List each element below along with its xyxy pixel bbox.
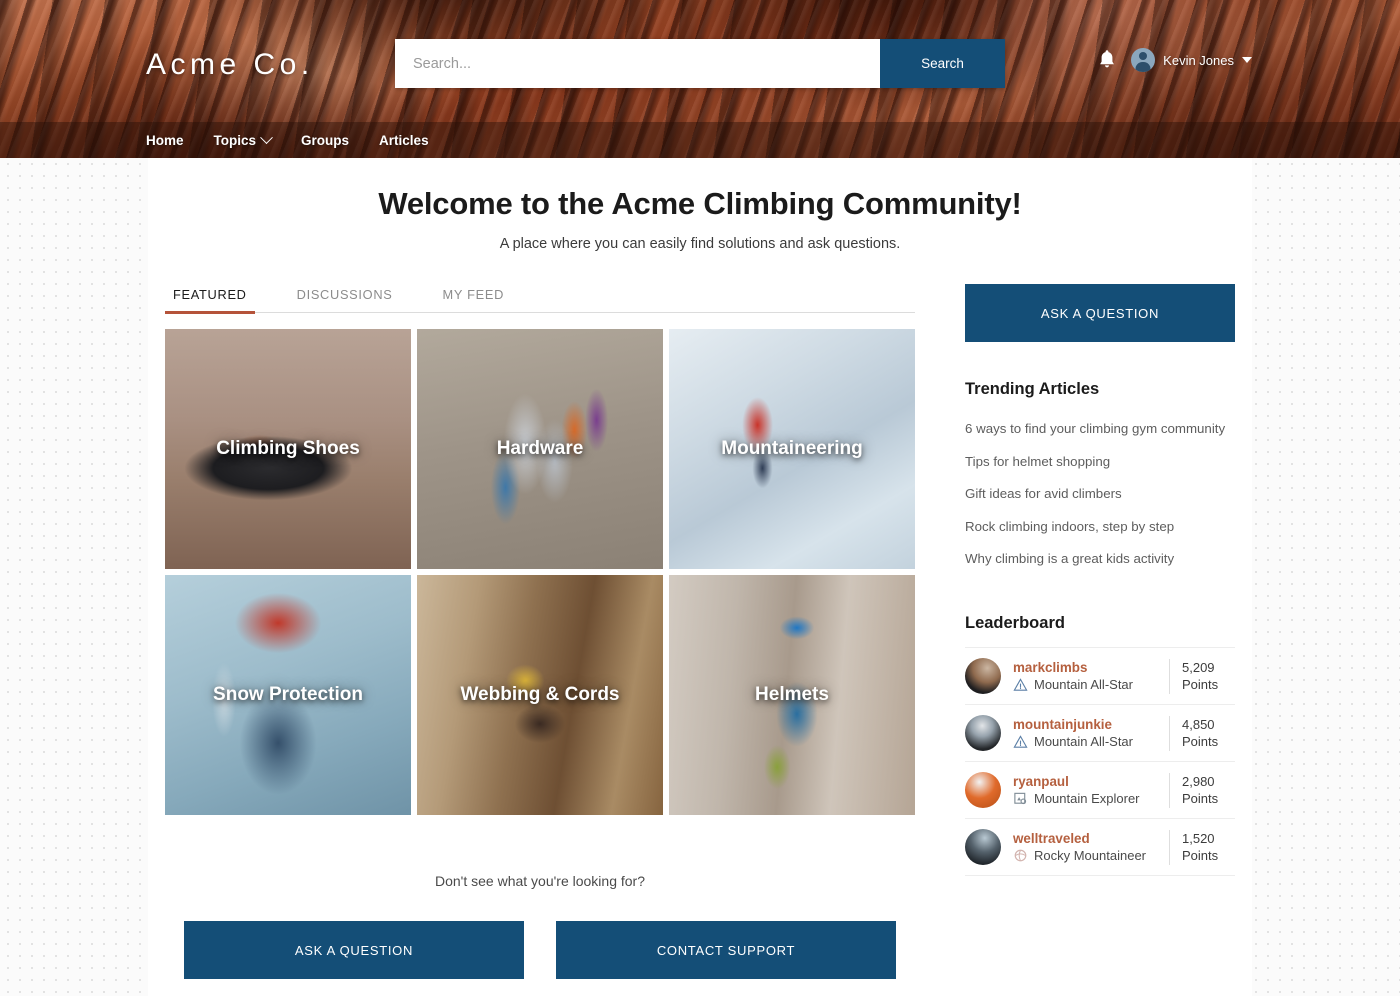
leaderboard-row[interactable]: mountainjunkie Mountain All-Star 4,850 P…	[965, 704, 1235, 761]
tile-snow-protection[interactable]: Snow Protection	[165, 575, 411, 815]
points-value: 4,850	[1182, 716, 1215, 732]
page-root: Acme Co. Search Kevin Jones Home Topics	[0, 0, 1400, 996]
nav-label-articles: Articles	[379, 132, 429, 148]
rocky-globe-badge-icon	[1014, 850, 1027, 862]
tile-label: Helmets	[755, 684, 829, 705]
nav-label-topics: Topics	[213, 132, 257, 148]
leaderboard-user-info: markclimbs Mountain All-Star	[1013, 660, 1169, 693]
tab-discussions[interactable]: DISCUSSIONS	[289, 287, 401, 314]
tile-label: Mountaineering	[721, 438, 863, 459]
header-actions: Kevin Jones	[1097, 48, 1252, 72]
points-label: Points	[1182, 734, 1219, 750]
leaderboard-username[interactable]: mountainjunkie	[1013, 717, 1169, 734]
cta-prompt-text: Don't see what you're looking for?	[434, 873, 646, 889]
trending-article-link[interactable]: 6 ways to find your climbing gym communi…	[965, 413, 1235, 446]
leaderboard-rank-label: Mountain Explorer	[1034, 791, 1140, 807]
trending-article-link[interactable]: Rock climbing indoors, step by step	[965, 511, 1235, 544]
contact-support-button[interactable]: CONTACT SUPPORT	[556, 921, 896, 979]
leaderboard-rank: Mountain All-Star	[1013, 677, 1169, 692]
leaderboard-points: 2,980 Points	[1169, 772, 1235, 808]
leaderboard-user-info: ryanpaul Mountain Explorer	[1013, 774, 1169, 807]
trending-article-link[interactable]: Why climbing is a great kids activity	[965, 543, 1235, 576]
user-menu[interactable]: Kevin Jones	[1131, 48, 1252, 72]
nav-item-groups[interactable]: Groups	[301, 133, 349, 148]
leaderboard-user-info: welltraveled Rocky Mountaineer	[1013, 831, 1169, 864]
leaderboard-row[interactable]: ryanpaul Mountain Explorer 2,980 Points	[965, 761, 1235, 818]
leaderboard-heading: Leaderboard	[965, 614, 1065, 633]
avatar	[965, 658, 1001, 695]
points-label: Points	[1182, 791, 1219, 807]
tile-climbing-shoes[interactable]: Climbing Shoes	[165, 329, 411, 569]
category-tile-grid: Climbing Shoes Hardware Mountaineering S…	[165, 329, 915, 815]
trending-article-link[interactable]: Tips for helmet shopping	[965, 446, 1235, 479]
tile-webbing-and-cords[interactable]: Webbing & Cords	[417, 575, 663, 815]
chevron-down-icon	[260, 130, 273, 144]
search-input[interactable]	[395, 39, 880, 88]
leaderboard-rank-label: Mountain All-Star	[1034, 734, 1133, 750]
leaderboard-rank: Mountain All-Star	[1013, 734, 1169, 749]
trending-article-link[interactable]: Gift ideas for avid climbers	[965, 478, 1235, 511]
leaderboard-points: 5,209 Points	[1169, 658, 1235, 694]
avatar	[965, 829, 1001, 866]
tile-helmets[interactable]: Helmets	[669, 575, 915, 815]
content-panel: Welcome to the Acme Climbing Community! …	[148, 158, 1252, 996]
leaderboard-row[interactable]: markclimbs Mountain All-Star 5,209 Point…	[965, 647, 1235, 704]
tile-label: Snow Protection	[213, 684, 363, 705]
main-column: FEATURED DISCUSSIONS MY FEED Climbing Sh…	[165, 287, 915, 979]
leaderboard-rank-label: Mountain All-Star	[1034, 677, 1133, 693]
leaderboard-rank-label: Rocky Mountaineer	[1034, 848, 1146, 864]
page-title: Welcome to the Acme Climbing Community!	[378, 186, 1022, 221]
notifications-bell-icon[interactable]	[1097, 48, 1117, 72]
avatar	[965, 772, 1001, 809]
search-button[interactable]: Search	[880, 39, 1005, 88]
user-avatar-icon	[1131, 48, 1156, 72]
leaderboard-rank: Mountain Explorer	[1013, 791, 1169, 806]
page-subtitle: A place where you can easily find soluti…	[499, 236, 901, 252]
points-label: Points	[1182, 677, 1219, 693]
leaderboard-rank: Rocky Mountaineer	[1013, 848, 1169, 863]
main-navigation: Home Topics Groups Articles	[0, 122, 1400, 158]
tile-label: Climbing Shoes	[216, 438, 360, 459]
leaderboard-user-info: mountainjunkie Mountain All-Star	[1013, 717, 1169, 750]
tile-mountaineering[interactable]: Mountaineering	[669, 329, 915, 569]
tile-label: Hardware	[496, 438, 584, 459]
points-value: 1,520	[1182, 830, 1215, 846]
nav-item-home[interactable]: Home	[146, 133, 184, 148]
mountain-triangle-badge-icon	[1013, 678, 1028, 692]
ask-a-question-button[interactable]: ASK A QUESTION	[184, 921, 524, 979]
leaderboard-points: 4,850 Points	[1169, 715, 1235, 751]
site-header: Acme Co. Search Kevin Jones Home Topics	[0, 0, 1400, 158]
trending-articles-heading: Trending Articles	[965, 380, 1100, 398]
user-name-label: Kevin Jones	[1163, 52, 1234, 68]
leaderboard-username[interactable]: ryanpaul	[1013, 774, 1169, 791]
nav-item-topics[interactable]: Topics	[213, 130, 273, 148]
nav-label-home: Home	[146, 132, 184, 148]
leaderboard-points: 1,520 Points	[1169, 829, 1235, 865]
leaderboard-row[interactable]: welltraveled Rocky Mountaineer 1,520 Poi…	[965, 818, 1235, 877]
explorer-map-badge-icon	[1014, 793, 1027, 805]
content-tabs: FEATURED DISCUSSIONS MY FEED	[165, 287, 915, 314]
search-bar: Search	[395, 39, 1005, 88]
nav-item-articles[interactable]: Articles	[379, 133, 429, 148]
tab-my-feed[interactable]: MY FEED	[435, 287, 513, 314]
points-value: 5,209	[1182, 659, 1215, 675]
leaderboard-username[interactable]: markclimbs	[1013, 660, 1169, 677]
points-label: Points	[1182, 848, 1219, 864]
mountain-triangle-badge-icon	[1013, 735, 1028, 749]
tab-featured[interactable]: FEATURED	[165, 287, 255, 314]
tile-hardware[interactable]: Hardware	[417, 329, 663, 569]
body-columns: FEATURED DISCUSSIONS MY FEED Climbing Sh…	[148, 284, 1252, 979]
tile-label: Webbing & Cords	[460, 684, 620, 705]
sidebar-ask-a-question-button[interactable]: ASK A QUESTION	[965, 284, 1235, 342]
chevron-down-icon	[1242, 57, 1252, 63]
points-value: 2,980	[1182, 773, 1215, 789]
site-logo[interactable]: Acme Co.	[146, 48, 314, 82]
sidebar: ASK A QUESTION Trending Articles 6 ways …	[965, 284, 1235, 979]
cta-button-row: ASK A QUESTION CONTACT SUPPORT	[165, 921, 915, 979]
bottom-cta-section: Don't see what you're looking for? ASK A…	[165, 873, 915, 979]
nav-label-groups: Groups	[301, 132, 350, 148]
avatar	[965, 715, 1001, 752]
hero-section: Welcome to the Acme Climbing Community! …	[148, 158, 1252, 252]
leaderboard-username[interactable]: welltraveled	[1013, 831, 1169, 848]
